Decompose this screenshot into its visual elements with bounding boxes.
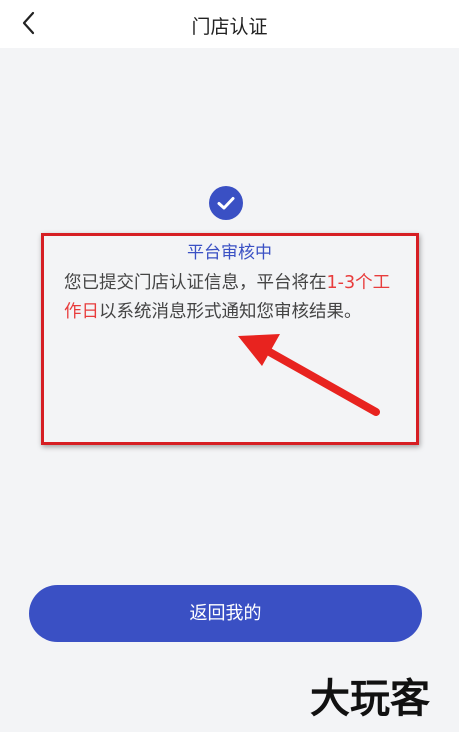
return-my-button[interactable]: 返回我的 bbox=[29, 585, 422, 642]
page-title: 门店认证 bbox=[191, 16, 268, 38]
header-bar: 门店认证 bbox=[0, 0, 459, 48]
status-message: 您已提交门店认证信息，平台将在1-3个工作日以系统消息形式通知您审核结果。 bbox=[64, 269, 404, 327]
watermark-logo: 大玩客 bbox=[310, 676, 430, 722]
status-message-text: 您已提交门店认证信息，平台将在 bbox=[64, 273, 327, 293]
status-title: 平台审核中 bbox=[187, 243, 272, 263]
annotation-arrow-icon bbox=[238, 334, 380, 416]
status-message-text-end: 以系统消息形式通知您审核结果。 bbox=[99, 302, 362, 322]
svg-text:大玩客: 大玩客 bbox=[310, 676, 430, 722]
check-circle-icon bbox=[209, 186, 243, 220]
